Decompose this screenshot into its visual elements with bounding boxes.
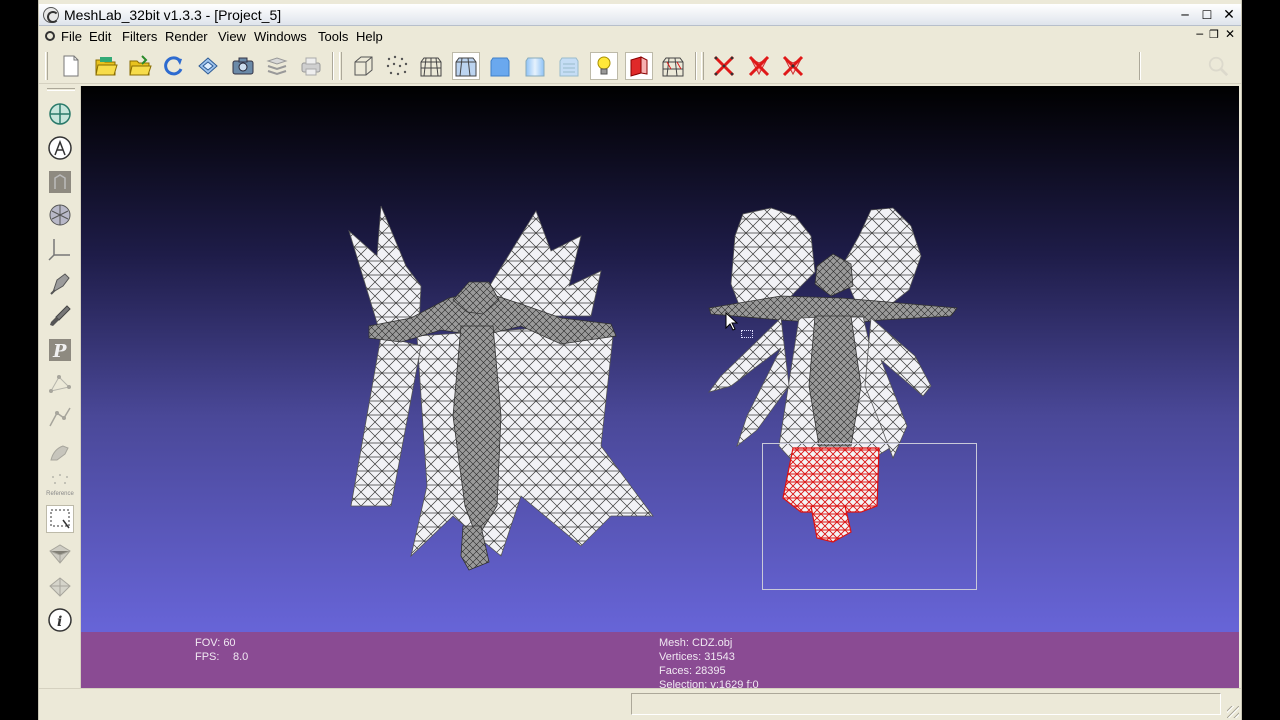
menu-render[interactable]: Render <box>165 29 208 44</box>
menu-file[interactable]: File <box>61 29 82 44</box>
mdi-minimize-button[interactable]: ─ <box>1196 28 1203 41</box>
main-toolbar <box>39 47 1241 84</box>
window-title: MeshLab_32bit v1.3.3 - [Project_5] <box>64 7 282 23</box>
smooth-shading-icon[interactable] <box>521 52 549 80</box>
vertices-count-text: Vertices: 31543 <box>659 651 735 663</box>
menu-edit[interactable]: Edit <box>89 29 111 44</box>
toolbar-separator <box>332 52 334 80</box>
left-mesh-model <box>348 205 654 571</box>
select-connected-icon[interactable] <box>46 403 74 431</box>
toolbar-grip[interactable] <box>701 52 704 80</box>
3d-viewport[interactable]: FOV: 60 FPS: 8.0 Mesh: CDZ.obj Vertices:… <box>81 86 1239 688</box>
meshlab-logo-icon <box>43 7 59 23</box>
reload-icon[interactable] <box>160 52 188 80</box>
toolbar-separator <box>695 52 697 80</box>
selection-rectangle <box>762 443 977 590</box>
axes-icon[interactable] <box>46 235 74 263</box>
svg-text:P: P <box>52 341 67 362</box>
bounding-box-icon[interactable] <box>349 52 377 80</box>
selection-count-text: Selection: v:1629 f:0 <box>659 679 759 688</box>
select-faces-rect-icon[interactable] <box>46 505 74 533</box>
align-icon[interactable] <box>46 100 74 128</box>
svg-text:i: i <box>57 614 62 630</box>
viewport-info-bar: FOV: 60 FPS: 8.0 Mesh: CDZ.obj Vertices:… <box>81 632 1239 688</box>
fancy-lighting-icon[interactable] <box>659 52 687 80</box>
title-bar[interactable]: MeshLab_32bit v1.3.3 - [Project_5] ─ ☐ ✕ <box>39 4 1241 26</box>
mouse-cursor-icon <box>725 312 739 331</box>
toolbar-separator <box>1139 52 1141 80</box>
status-bar <box>39 688 1241 720</box>
menu-help[interactable]: Help <box>356 29 383 44</box>
open-project-icon[interactable] <box>92 52 120 80</box>
select-component-icon[interactable] <box>46 573 74 601</box>
menu-bar: File Edit Filters Render View Windows To… <box>39 27 1241 46</box>
measure-icon[interactable] <box>46 134 74 162</box>
wireframe-icon[interactable] <box>417 52 445 80</box>
resize-grip-icon[interactable] <box>1227 706 1239 718</box>
pickpoints-icon[interactable] <box>46 168 74 196</box>
hidden-lines-icon[interactable] <box>452 52 480 80</box>
maximize-button[interactable]: ☐ <box>1197 6 1217 24</box>
points-icon[interactable] <box>383 52 411 80</box>
fps-label: FPS: <box>195 651 220 663</box>
info-icon[interactable]: i <box>46 606 74 634</box>
paint-icon[interactable] <box>46 269 74 297</box>
reference-label: Reference <box>46 491 74 497</box>
new-project-icon[interactable] <box>57 52 85 80</box>
menu-tools[interactable]: Tools <box>318 29 348 44</box>
document-menu-icon[interactable] <box>45 31 55 41</box>
snapshot-icon[interactable] <box>229 52 257 80</box>
mesh-name-text: Mesh: CDZ.obj <box>659 637 733 649</box>
fps-value: 8.0 <box>233 651 249 663</box>
double-side-lighting-icon[interactable] <box>625 52 653 80</box>
search-icon[interactable] <box>1207 55 1229 77</box>
meshlab-window: MeshLab_32bit v1.3.3 - [Project_5] ─ ☐ ✕… <box>38 0 1242 720</box>
manual-align-icon[interactable] <box>46 437 74 465</box>
import-mesh-icon[interactable] <box>126 52 154 80</box>
mdi-close-button[interactable]: ✕ <box>1225 27 1235 41</box>
texture-icon[interactable] <box>555 52 583 80</box>
layers-icon[interactable] <box>263 52 291 80</box>
cursor-selection-box <box>741 330 753 338</box>
screen: MeshLab_32bit v1.3.3 - [Project_5] ─ ☐ ✕… <box>0 0 1280 720</box>
menu-windows[interactable]: Windows <box>254 29 307 44</box>
print-icon[interactable] <box>297 52 325 80</box>
toolbar-grip[interactable] <box>47 88 75 91</box>
toolbar-grip[interactable] <box>339 52 342 80</box>
fov-text: FOV: 60 <box>195 637 236 649</box>
minimize-button[interactable]: ─ <box>1175 6 1195 24</box>
menu-filters[interactable]: Filters <box>122 29 157 44</box>
letterbox-right <box>1242 0 1280 720</box>
edit-toolbar: P Reference i <box>39 86 81 688</box>
letterbox-left <box>0 0 38 720</box>
toolbar-grip[interactable] <box>45 52 48 80</box>
mesh-scene[interactable] <box>81 86 1239 632</box>
save-icon[interactable] <box>194 52 222 80</box>
brush-icon[interactable] <box>46 302 74 330</box>
select-vertex-icon[interactable] <box>46 540 74 568</box>
light-icon[interactable] <box>590 52 618 80</box>
mesh-info-icon[interactable] <box>46 201 74 229</box>
mdi-restore-button[interactable]: ❐ <box>1209 28 1219 41</box>
status-field <box>631 693 1221 715</box>
select-vertices-icon[interactable] <box>46 370 74 398</box>
flat-shading-icon[interactable] <box>486 52 514 80</box>
pp-text-icon[interactable]: P <box>46 336 74 364</box>
delete-faces-icon[interactable] <box>779 52 807 80</box>
menu-view[interactable]: View <box>218 29 246 44</box>
delete-selected-icon[interactable] <box>710 52 738 80</box>
faces-count-text: Faces: 28395 <box>659 665 726 677</box>
close-button[interactable]: ✕ <box>1219 6 1239 24</box>
delete-vertices-icon[interactable] <box>745 52 773 80</box>
